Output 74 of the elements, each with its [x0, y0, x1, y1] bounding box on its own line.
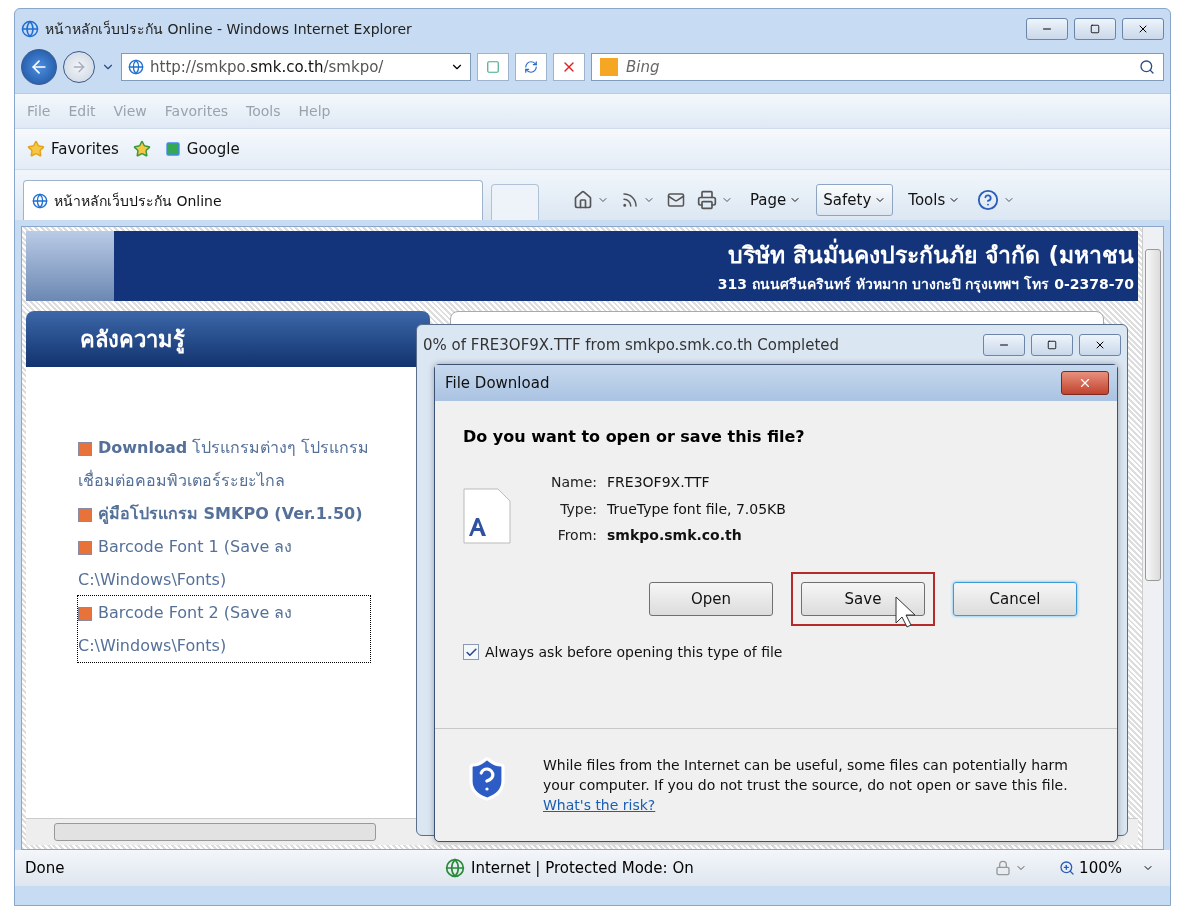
globe-icon — [21, 20, 39, 38]
minimize-button[interactable] — [1026, 18, 1068, 40]
panel-title: คลังความรู้ — [80, 325, 185, 356]
dialog-button[interactable]: Save — [801, 582, 925, 616]
star-icon — [27, 140, 45, 158]
lock-icon — [995, 860, 1012, 876]
feed-icon — [621, 191, 639, 209]
check-icon — [464, 645, 478, 659]
close-icon — [1094, 339, 1106, 351]
field-label: From: — [556, 527, 598, 544]
security-zone: Internet | Protected Mode: On — [471, 859, 694, 877]
maximize-button[interactable] — [1074, 18, 1116, 40]
mouse-pointer-icon — [895, 596, 917, 628]
search-placeholder: Bing — [626, 58, 661, 76]
globe-icon — [445, 858, 465, 878]
vertical-scrollbar[interactable] — [1142, 227, 1163, 849]
progress-window-title: 0% of FRE3OF9X.TTF from smkpo.smk.co.th Completed — [423, 336, 841, 354]
company-address: 313 ถนนศรีนครินทร์ หัวหมาก บางกะปิ กรุงเทพฯ โทร 0-2378-70 — [717, 274, 1134, 295]
address-field[interactable]: http://smkpo.smk.co.th/smkpo/ — [121, 53, 471, 81]
window-title: หน้าหลักเว็บประกัน Online - Windows Internet Explorer — [45, 19, 413, 39]
maximize-icon — [1090, 24, 1100, 34]
printer-icon — [697, 190, 717, 210]
field-value: smkpo.smk.co.th — [607, 527, 743, 544]
favorites-button[interactable]: Favorites — [23, 138, 123, 160]
field-value: TrueType font file, 7.05KB — [607, 500, 786, 518]
command-menu[interactable]: Page — [743, 184, 809, 216]
forward-arrow-icon — [71, 59, 87, 75]
page-icon — [128, 59, 144, 75]
download-link[interactable]: Download โปรแกรมต่างๆ โปรแกรมเชื่อมต่อคอมพิวเตอร์ระยะไกล — [78, 431, 370, 497]
page-icon — [486, 60, 500, 74]
zoom-button[interactable]: 100% — [1053, 858, 1160, 878]
help-icon — [977, 189, 1000, 211]
search-icon[interactable] — [1139, 59, 1155, 75]
command-menu[interactable]: Tools — [901, 184, 968, 216]
back-button[interactable] — [21, 49, 57, 85]
refresh-button[interactable] — [515, 53, 547, 81]
search-field[interactable]: Bing — [591, 53, 1164, 81]
favorite-link[interactable]: Google — [160, 138, 244, 160]
url-text: http://smkpo.smk.co.th/smkpo/ — [150, 58, 385, 76]
close-button[interactable] — [1079, 334, 1121, 356]
close-icon — [1078, 376, 1092, 390]
browser-tab[interactable]: หน้าหลักเว็บประกัน Online — [23, 180, 483, 220]
risk-link[interactable]: What's the risk? — [543, 797, 656, 813]
field-value: FRE3OF9X.TTF — [607, 474, 711, 491]
forward-button[interactable] — [63, 51, 95, 83]
home-icon — [573, 190, 593, 210]
maximize-icon — [1047, 340, 1057, 350]
minimize-button[interactable] — [983, 334, 1025, 356]
company-name: บริษัท สินมั่นคงประกันภัย จำกัด (มหาชน — [728, 237, 1134, 273]
download-link[interactable]: Barcode Font 2 (Save ลง C:\Windows\Fonts) — [78, 596, 370, 662]
search-engine-logo — [600, 58, 618, 76]
dialog-button[interactable]: Open — [649, 582, 773, 616]
globe-icon — [32, 192, 48, 209]
close-button[interactable] — [1122, 18, 1164, 40]
always-ask-checkbox[interactable]: Always ask before opening this type of file — [463, 644, 1089, 660]
command-menu[interactable]: Safety — [816, 184, 894, 216]
warning-text: While files from the Internet can be useful, some files can potentially harm your computer. If you do not trust the source, do not open or save this file. What's the risk? — [543, 756, 1069, 815]
close-button[interactable] — [1061, 371, 1109, 395]
download-link[interactable]: คู่มือโปรแกรม SMKPO (Ver.1.50) — [78, 497, 363, 530]
download-link[interactable]: Barcode Font 1 (Save ลง C:\Windows\Fonts) — [78, 530, 370, 596]
status-text: Done — [25, 859, 66, 877]
dialog-question: Do you want to open or save this file? — [463, 427, 806, 446]
close-icon — [1137, 23, 1149, 35]
dialog-title: File Download — [445, 374, 550, 392]
zoom-icon — [1059, 860, 1076, 876]
font-file-icon — [463, 488, 511, 544]
refresh-icon — [524, 60, 538, 74]
maximize-button[interactable] — [1031, 334, 1073, 356]
mail-icon — [667, 191, 685, 209]
dialog-button[interactable]: Cancel — [953, 582, 1077, 616]
field-label: Type: — [559, 500, 598, 518]
field-label: Name: — [551, 474, 598, 491]
add-favorite-icon[interactable] — [132, 140, 151, 158]
site-icon — [164, 141, 181, 157]
